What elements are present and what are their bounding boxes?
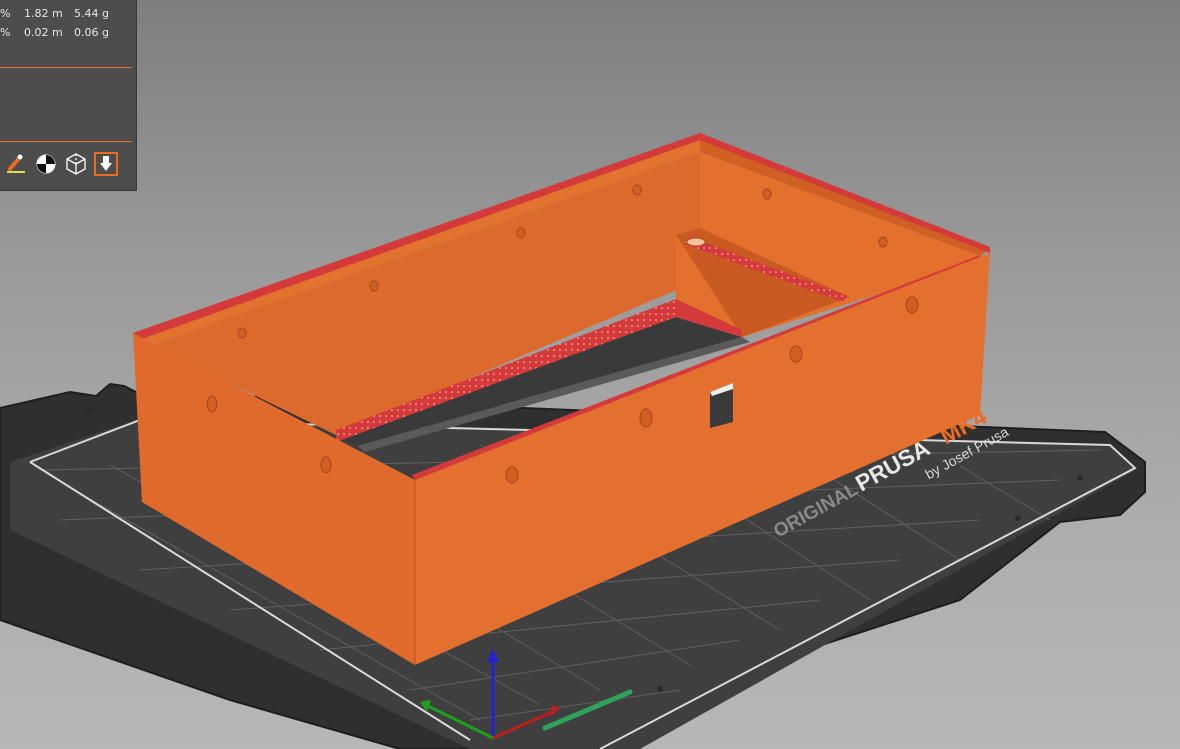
- stats-length: 1.82 m: [24, 7, 63, 20]
- seam-icon[interactable]: [34, 152, 58, 176]
- stats-length: 0.02 m: [24, 26, 63, 39]
- stats-percent: %: [0, 7, 11, 20]
- paint-brush-icon[interactable]: [4, 152, 28, 176]
- 3d-viewport[interactable]: ORIGINAL PRUSA MK4 by Josef Prusa: [0, 0, 1180, 749]
- sliced-info-panel: % 1.82 m 5.44 g % 0.02 m 0.06 g: [0, 0, 137, 191]
- divider: [0, 67, 132, 68]
- divider: [0, 141, 132, 142]
- wireframe-cube-icon[interactable]: [64, 152, 88, 176]
- place-on-face-icon[interactable]: [94, 152, 118, 176]
- stats-weight: 5.44 g: [74, 7, 109, 20]
- stats-percent: %: [0, 26, 11, 39]
- gizmo-toolbar: [4, 152, 128, 178]
- stats-weight: 0.06 g: [74, 26, 109, 39]
